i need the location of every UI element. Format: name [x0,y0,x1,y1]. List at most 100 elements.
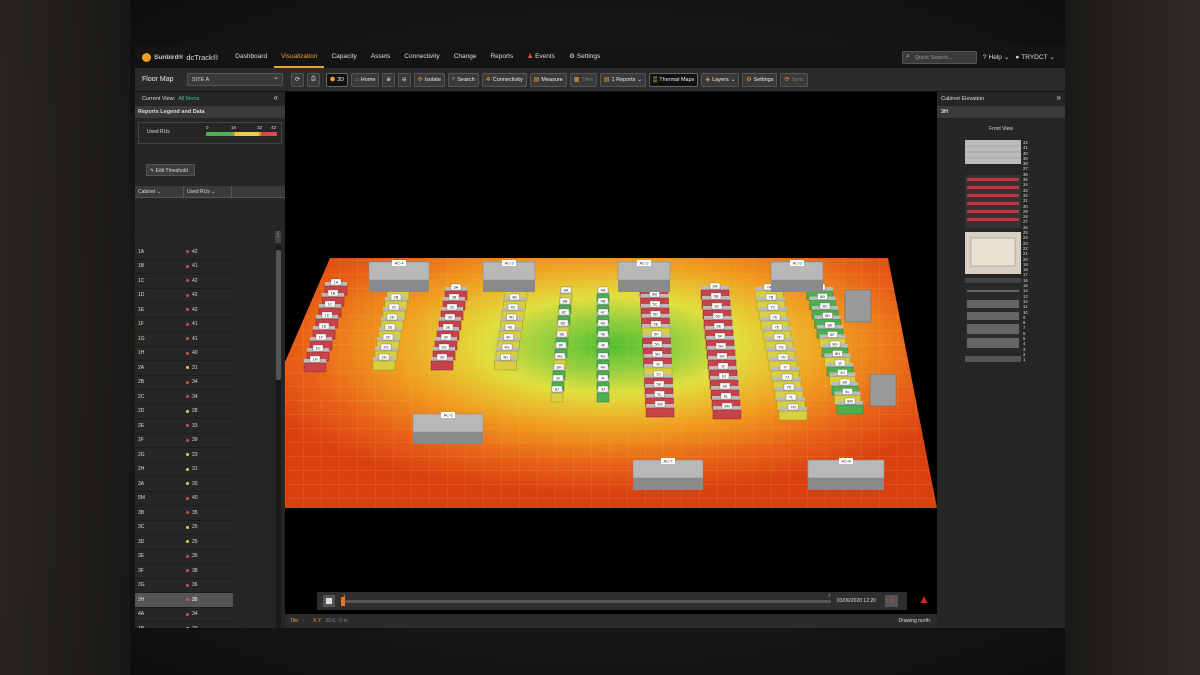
col-cabinet[interactable]: Cabinet ⌄ [135,186,184,197]
table-row[interactable]: 2D 28 [135,405,233,419]
quick-search-input[interactable]: Quick Search... [901,50,977,64]
refresh-icon: ⟳ [295,77,301,83]
equipment-box[interactable] [869,373,897,407]
table-row[interactable]: 3D 25 [135,535,233,550]
table-row[interactable]: 2B 34 [135,376,233,390]
table-row[interactable]: 1C 42 [135,274,233,289]
table-row[interactable]: 1H 40 [135,347,233,361]
used-rus-value: 35 [192,596,198,603]
scroll-thumb[interactable] [276,250,281,380]
table-row[interactable]: 3B 35 [135,506,233,521]
north-arrow-icon: ▲ [918,592,930,606]
close-timeline-button[interactable]: × [885,595,898,607]
cabinet[interactable]: 4J [596,385,610,403]
table-row[interactable]: 4B 20 [135,622,233,628]
measure-button[interactable]: ▤ Measure [529,72,567,87]
table-row[interactable]: 3C 25 [135,521,233,535]
nav-assets[interactable]: Assets [364,46,398,68]
isolate-button[interactable]: ✣ Isolate [413,72,445,87]
ac-unit[interactable]: AC-3 [482,260,536,292]
cabinet-cell: 1F [138,321,144,328]
1-reports-button[interactable]: ▤ 1 Reports ⌄ [599,72,647,87]
table-row[interactable]: 1D 42 [135,289,233,303]
stop-button[interactable] [323,595,335,607]
used-rus-cell: 35 [184,553,233,559]
cabinet-label: 5E [654,322,659,327]
col-used-rus[interactable]: Used RUs ⌄ [184,186,232,197]
search-button[interactable]: ⌕ Search [447,72,479,87]
sync-button[interactable]: ⟳ Sync [780,72,808,87]
3d-button[interactable]: ⬢ 3D [325,72,349,87]
column-menu-icon[interactable]: ⋮ [275,231,281,243]
brand[interactable]: Sunbird® dcTrack® [135,46,228,68]
current-view-link[interactable]: All Items [178,96,199,102]
timeline-thumb[interactable] [341,597,345,606]
ac-unit[interactable]: AC-6 [412,412,484,444]
rack-unit-number: 21 [1023,251,1028,257]
table-row[interactable]: 2H 31 [135,463,233,477]
nav-visualization[interactable]: Visualization [274,46,325,68]
table-row[interactable]: 2F 39 [135,434,233,448]
zoom-in-button[interactable]: ⊕ [382,72,396,87]
floor-map-3d-view[interactable]: 1A1B1C1D1E1F1G1H2A2B2C2D2E2F2G2H3A3B3C3D… [285,92,937,628]
ac-unit[interactable]: AC-2 [617,260,671,292]
collapse-left-icon[interactable]: « [274,93,278,102]
thermal-maps-button[interactable]: ▒ Thermal Maps [649,72,699,87]
nav-settings[interactable]: ⚙ Settings [562,46,607,68]
cabinet[interactable]: 8J [550,385,564,403]
table-row[interactable]: 2A 31 [135,361,233,376]
rack-elevation[interactable] [965,140,1021,362]
ac-unit[interactable]: AC-7 [632,458,704,490]
refresh-button[interactable]: ⟳ [291,72,305,87]
cabinet-label: 8E [560,332,565,337]
used-rus-cell: 23 [184,452,233,458]
help-menu[interactable]: ? Help ⌄ [983,53,1009,62]
nav-events[interactable]: ♟ Events [520,46,562,68]
button-label: Thermal Maps [659,76,695,83]
table-row[interactable]: 1E 42 [135,303,233,318]
table-row[interactable]: 3A 30 [135,477,233,492]
table-row[interactable]: 1G 41 [135,332,233,347]
nav-change[interactable]: Change [447,46,484,68]
zoom-out-button[interactable]: ⊖ [398,72,411,87]
table-row[interactable]: 3F 38 [135,564,233,579]
table-row[interactable]: 1B 41 [135,260,233,274]
nav-reports[interactable]: Reports [483,46,520,68]
table-row[interactable]: 2C 34 [135,390,233,405]
timeline-track[interactable] [341,600,831,603]
table-row[interactable]: 1F 41 [135,318,233,332]
table-row[interactable]: 3G 36 [135,579,233,593]
table-row[interactable]: 4A 34 [135,608,233,622]
layers-button[interactable]: ◈ Layers ⌄ [701,72,740,87]
cabinet-label: 6G [718,344,723,349]
tiles-button[interactable]: ▦ Tiles [569,72,597,87]
connectivity-button[interactable]: ✲ Connectivity [481,72,527,87]
ac-unit[interactable]: AC-4 [368,260,430,292]
nav-connectivity[interactable]: Connectivity [397,46,446,68]
user-menu[interactable]: ● TRYDCT ⌄ [1015,53,1055,62]
settings-button[interactable]: ⚙ Settings [742,72,778,87]
table-row[interactable]: 3H 35 [135,593,233,608]
cabinet-label: 8I [556,376,559,381]
ac-unit[interactable]: AC-8 [807,458,885,490]
equipment-box[interactable] [844,289,872,323]
nav-dashboard[interactable]: Dashboard [228,46,274,68]
site-select[interactable]: SITE A [187,73,283,86]
cabinet-label: 8H [835,351,840,356]
table-row[interactable]: 2G 23 [135,448,233,463]
ac-unit[interactable]: AC-5 [770,260,824,292]
home-button[interactable]: ⌂ Home [351,72,380,87]
edit-icon: ✎ [150,168,155,174]
table-row[interactable]: 2E 33 [135,419,233,434]
status-dot-icon [186,250,189,254]
cabinet-label: 4H [600,365,605,370]
nav-capacity[interactable]: Capacity [324,46,363,68]
table-row[interactable]: 1A 42 [135,245,233,260]
expand-right-icon[interactable]: » [1057,93,1061,102]
edit-threshold-button[interactable]: ✎ Edit Threshold [146,164,195,176]
print-button[interactable]: ⎙ [307,72,320,87]
thermal-floor-map[interactable]: 1A1B1C1D1E1F1G1H2A2B2C2D2E2F2G2H3A3B3C3D… [285,92,937,592]
table-row[interactable]: 3E 35 [135,550,233,564]
table-scrollbar[interactable] [276,245,281,628]
table-row[interactable]: 5M 40 [135,492,233,506]
